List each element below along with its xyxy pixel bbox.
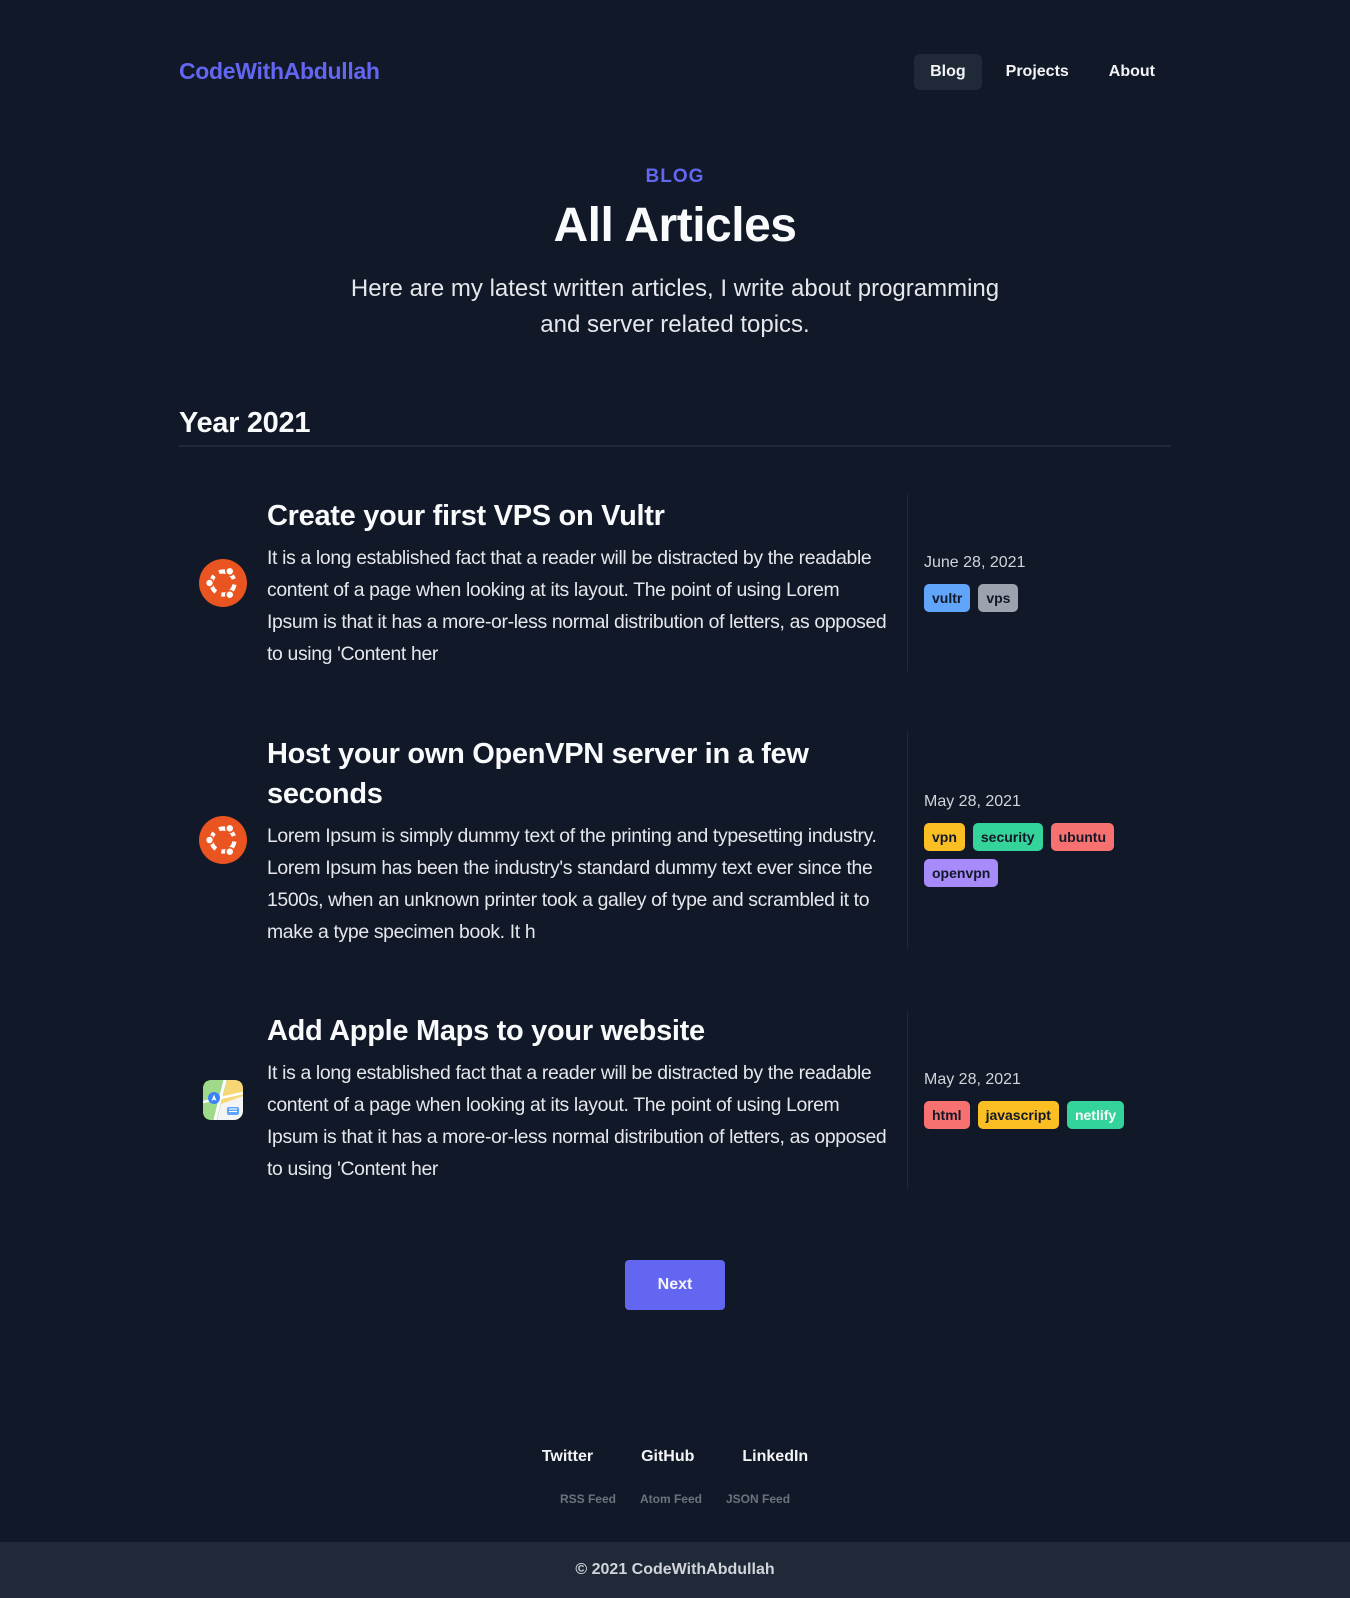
page-title: All Articles (553, 199, 797, 252)
social-links: Twitter GitHub LinkedIn (179, 1448, 1171, 1466)
article-title[interactable]: Create your first VPS on Vultr (267, 496, 891, 536)
feed-links: RSS Feed Atom Feed JSON Feed (179, 1492, 1171, 1506)
pagination: Next (179, 1260, 1171, 1310)
article-meta: June 28, 2021 vultr vps (907, 494, 1171, 671)
article-card: Add Apple Maps to your website It is a l… (179, 1011, 1171, 1188)
linkedin-link[interactable]: LinkedIn (742, 1448, 808, 1466)
article-tags: vultr vps (924, 583, 1144, 612)
next-button[interactable]: Next (625, 1260, 725, 1310)
tag[interactable]: vps (978, 583, 1019, 612)
page-container: CodeWithAbdullah Blog Projects About BLO… (179, 0, 1171, 1506)
tag[interactable]: javascript (977, 1100, 1059, 1129)
apple-maps-icon (203, 1079, 243, 1120)
site-header: CodeWithAbdullah Blog Projects About (179, 0, 1171, 144)
article-date: May 28, 2021 (924, 1070, 1021, 1088)
tag[interactable]: openvpn (924, 859, 999, 887)
copyright-text: © 2021 CodeWithAbdullah (575, 1561, 775, 1578)
nav-blog[interactable]: Blog (914, 54, 982, 90)
article-icon-wrap (179, 494, 267, 671)
article-meta: May 28, 2021 vpn security ubuntu openvpn (907, 732, 1171, 948)
hero-eyebrow: BLOG (645, 166, 705, 187)
article-body: Host your own OpenVPN server in a few se… (267, 732, 907, 948)
tag[interactable]: security (972, 823, 1043, 851)
article-excerpt: It is a long established fact that a rea… (267, 547, 887, 665)
article-date: May 28, 2021 (924, 793, 1021, 810)
site-footer: Twitter GitHub LinkedIn RSS Feed Atom Fe… (179, 1448, 1171, 1506)
article-icon-wrap (179, 1011, 267, 1188)
hero: BLOG All Articles Here are my latest wri… (179, 166, 1171, 343)
article-meta: May 28, 2021 html javascript netlify (907, 1011, 1171, 1188)
article-icon-wrap (179, 732, 267, 948)
article-card: Create your first VPS on Vultr It is a l… (179, 494, 1171, 671)
copyright-bar: © 2021 CodeWithAbdullah (0, 1542, 1350, 1598)
year-label: Year 2021 (179, 407, 311, 439)
nav-projects[interactable]: Projects (990, 54, 1085, 90)
hero-subtitle: Here are my latest written articles, I w… (350, 275, 1000, 338)
article-card: Host your own OpenVPN server in a few se… (179, 732, 1171, 948)
nav-about[interactable]: About (1093, 54, 1171, 90)
year-heading: Year 2021 (179, 407, 1171, 447)
atom-feed-link[interactable]: Atom Feed (640, 1492, 702, 1506)
main-nav: Blog Projects About (914, 54, 1171, 90)
tag[interactable]: netlify (1066, 1100, 1125, 1129)
json-feed-link[interactable]: JSON Feed (726, 1492, 790, 1506)
ubuntu-icon (199, 558, 247, 607)
article-title[interactable]: Add Apple Maps to your website (267, 1011, 891, 1051)
site-logo[interactable]: CodeWithAbdullah (179, 58, 380, 85)
article-body: Create your first VPS on Vultr It is a l… (267, 494, 907, 671)
tag[interactable]: vpn (924, 823, 965, 851)
article-title[interactable]: Host your own OpenVPN server in a few se… (267, 734, 891, 814)
article-excerpt: Lorem Ipsum is simply dummy text of the … (267, 825, 877, 943)
article-body: Add Apple Maps to your website It is a l… (267, 1011, 907, 1188)
article-excerpt: It is a long established fact that a rea… (267, 1062, 887, 1180)
tag[interactable]: html (924, 1100, 970, 1129)
twitter-link[interactable]: Twitter (542, 1448, 593, 1466)
article-date: June 28, 2021 (924, 553, 1026, 571)
article-tags: vpn security ubuntu openvpn (924, 823, 1144, 887)
tag[interactable]: ubuntu (1050, 823, 1115, 851)
rss-feed-link[interactable]: RSS Feed (560, 1492, 616, 1506)
tag[interactable]: vultr (924, 583, 971, 612)
ubuntu-icon (199, 816, 247, 864)
article-tags: html javascript netlify (924, 1100, 1144, 1129)
github-link[interactable]: GitHub (641, 1448, 694, 1466)
